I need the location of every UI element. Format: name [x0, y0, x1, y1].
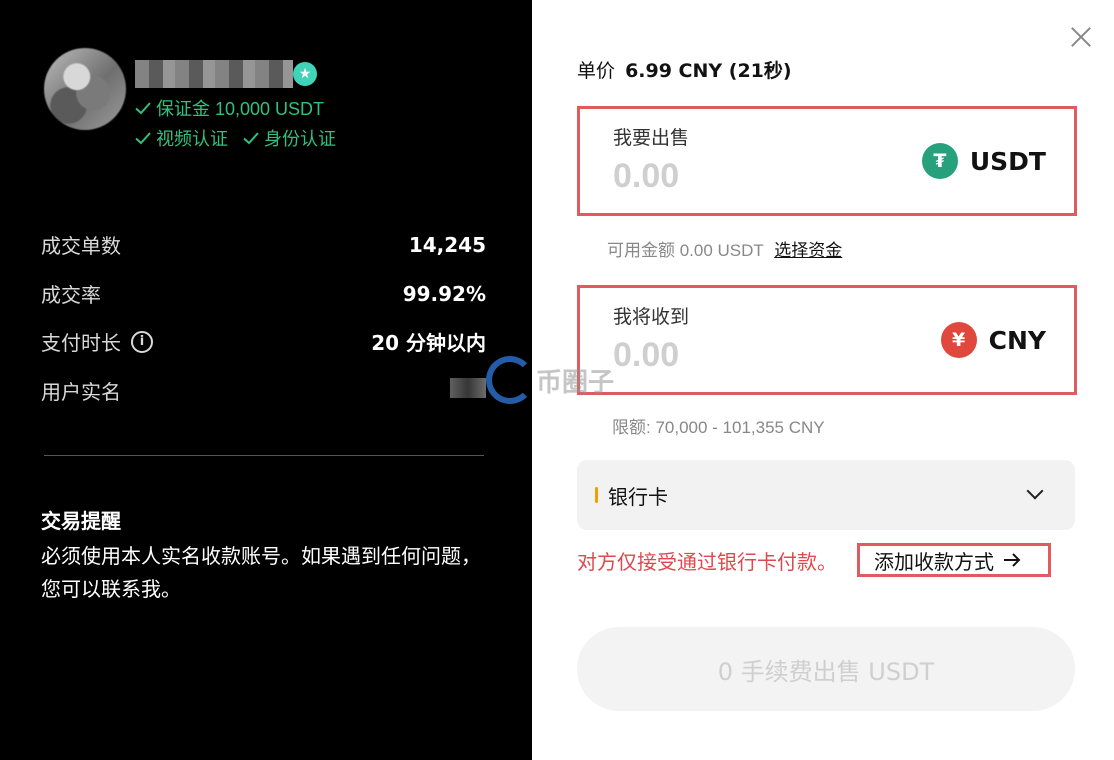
id-verified-text: 身份认证: [264, 129, 336, 149]
receive-currency: ¥ CNY: [940, 322, 1046, 358]
deposit-badge: 保证金 10,000 USDT: [134, 95, 324, 121]
stat-value: 14,245: [408, 232, 486, 257]
available-text: 可用金额 0.00 USDT: [607, 241, 764, 260]
stat-trade-count: 成交单数 14,245: [41, 230, 486, 259]
receive-amount-box[interactable]: 我将收到 ¥ CNY: [577, 285, 1077, 395]
stat-label: 用户实名: [41, 380, 121, 404]
video-verified-text: 视频认证: [156, 129, 228, 149]
receive-label: 我将收到: [613, 306, 690, 328]
info-icon[interactable]: i: [131, 330, 153, 353]
verification-badges: 视频认证 身份认证: [134, 125, 336, 151]
sell-currency: ₮ USDT: [921, 143, 1046, 179]
price-label: 单价: [577, 60, 616, 82]
stat-label-wrap: 支付时长 i: [41, 327, 153, 356]
sell-currency-label: USDT: [969, 146, 1046, 176]
available-balance: 可用金额 0.00 USDT 选择资金: [607, 236, 842, 261]
close-icon[interactable]: [1066, 22, 1096, 52]
stat-completion-rate: 成交率 99.92%: [41, 279, 486, 308]
add-payment-label: 添加收款方式: [874, 549, 994, 574]
seller-name-blurred: [135, 60, 293, 88]
real-name-blurred: [450, 378, 486, 398]
verified-star-icon: ★: [293, 62, 317, 86]
check-icon: [243, 132, 259, 145]
chevron-down-icon: [1026, 482, 1044, 500]
check-icon: [135, 132, 151, 145]
payment-accent-bar: [595, 487, 598, 503]
payment-warning: 对方仅接受通过银行卡付款。: [577, 550, 837, 574]
stat-label: 成交率: [41, 283, 101, 307]
divider: [44, 455, 484, 456]
sell-label: 我要出售: [613, 127, 690, 149]
price-value: 6.99 CNY (21秒): [625, 60, 792, 82]
receive-currency-label: CNY: [988, 325, 1046, 355]
add-payment-method-button[interactable]: 添加收款方式: [857, 543, 1051, 577]
seller-info-panel: ★ 保证金 10,000 USDT 视频认证 身份认证 成交单数 14,245 …: [0, 0, 532, 760]
stat-payment-time: 支付时长 i 20 分钟以内: [41, 327, 486, 356]
sell-amount-input[interactable]: [613, 157, 863, 196]
avatar: [44, 48, 126, 130]
payment-method-label: 银行卡: [608, 484, 668, 509]
unit-price: 单价 6.99 CNY (21秒): [577, 56, 792, 83]
yuan-icon: ¥: [940, 322, 977, 358]
select-funds-link[interactable]: 选择资金: [774, 241, 842, 260]
limit-text: 限额: 70,000 - 101,355 CNY: [612, 418, 825, 437]
deposit-text: 保证金 10,000 USDT: [156, 99, 325, 119]
stat-value: 99.92%: [402, 281, 486, 306]
tether-icon: ₮: [921, 143, 958, 179]
order-form-panel: 单价 6.99 CNY (21秒) 我要出售 ₮ USDT 可用金额 0.00 …: [532, 0, 1114, 760]
reminder-text: 必须使用本人实名收款账号。如果遇到任何问题，您可以联系我。: [41, 544, 481, 601]
stat-label: 支付时长: [41, 331, 121, 355]
sell-submit-button[interactable]: 0 手续费出售 USDT: [577, 627, 1075, 711]
p2p-sell-dialog: ★ 保证金 10,000 USDT 视频认证 身份认证 成交单数 14,245 …: [0, 0, 1114, 760]
reminder-title: 交易提醒: [41, 509, 121, 533]
check-icon: [135, 102, 151, 115]
arrow-right-icon: [1004, 553, 1021, 567]
payment-method-select[interactable]: 银行卡: [577, 460, 1075, 530]
receive-amount-input[interactable]: [613, 336, 863, 375]
stat-label: 成交单数: [41, 234, 121, 258]
stat-value: 20 分钟以内: [371, 331, 486, 355]
stat-real-name: 用户实名: [41, 376, 486, 405]
sell-amount-box[interactable]: 我要出售 ₮ USDT: [577, 106, 1077, 216]
